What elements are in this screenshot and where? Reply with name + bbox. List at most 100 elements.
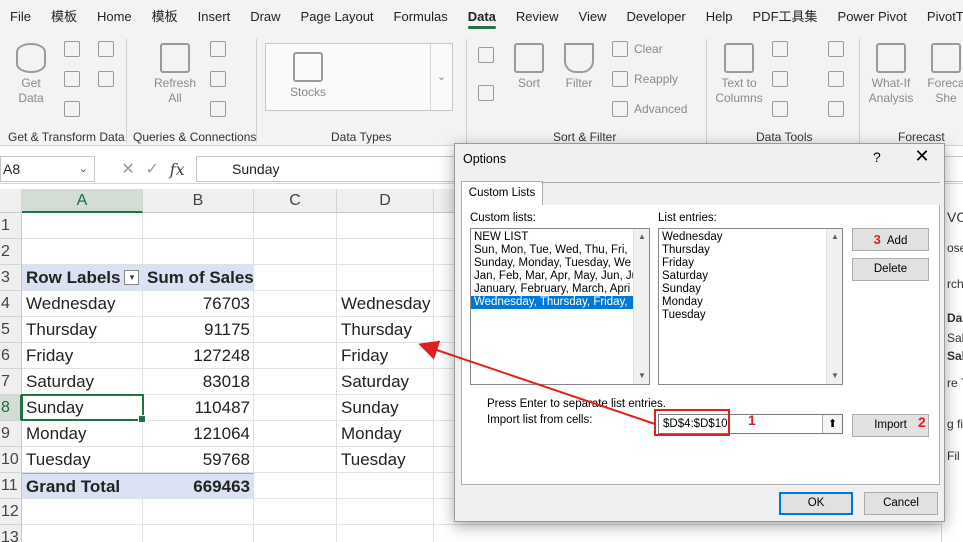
close-icon[interactable]: ✕ xyxy=(911,146,933,167)
data-types-gallery[interactable]: Stocks ⌄ xyxy=(265,43,453,111)
delete-button[interactable]: Delete xyxy=(852,258,929,281)
custom-list-item[interactable]: January, February, March, Apri xyxy=(471,283,633,296)
custom-list-item[interactable]: NEW LIST xyxy=(471,231,633,244)
tab-template-1[interactable]: 模板 xyxy=(41,0,87,33)
properties-button[interactable] xyxy=(210,71,232,87)
custom-list-item[interactable]: Jan, Feb, Mar, Apr, May, Jun, Ju xyxy=(471,270,638,283)
clear-button[interactable]: Clear xyxy=(612,41,663,57)
consolidate-button[interactable] xyxy=(828,41,850,57)
custom-list-item[interactable]: Sun, Mon, Tue, Wed, Thu, Fri, xyxy=(471,244,633,257)
pivot-row-value[interactable]: 76703 xyxy=(143,291,254,317)
tab-pdf-tools[interactable]: PDF工具集 xyxy=(743,0,828,33)
what-if-analysis-button[interactable]: What-If Analysis xyxy=(866,43,916,106)
row-header[interactable]: 4 xyxy=(0,291,22,317)
advanced-button[interactable]: Advanced xyxy=(612,101,687,117)
tab-pivottable[interactable]: PivotT xyxy=(917,0,963,33)
pivot-row-value[interactable]: 127248 xyxy=(143,343,254,369)
tab-power-pivot[interactable]: Power Pivot xyxy=(828,0,917,33)
custom-lists-listbox[interactable]: NEW LIST Sun, Mon, Tue, Wed, Thu, Fri, Sun… xyxy=(470,228,650,385)
tab-draw[interactable]: Draw xyxy=(240,0,290,33)
grand-total-label[interactable]: Grand Total xyxy=(22,473,143,499)
row-header[interactable]: 10 xyxy=(0,447,22,473)
forecast-sheet-button[interactable]: Foreca She xyxy=(924,43,963,106)
scroll-up-icon[interactable]: ▲ xyxy=(634,229,649,245)
row-header[interactable]: 7 xyxy=(0,369,22,395)
column-d-cell[interactable]: Wednesday xyxy=(337,291,434,317)
row-header[interactable]: 8 xyxy=(0,395,22,421)
row-header[interactable]: 9 xyxy=(0,421,22,447)
tab-file[interactable]: File xyxy=(0,0,41,33)
refresh-all-button[interactable]: Refresh All xyxy=(152,43,198,106)
column-d-cell[interactable]: Monday xyxy=(337,421,434,447)
tab-formulas[interactable]: Formulas xyxy=(384,0,458,33)
column-header-b[interactable]: B xyxy=(143,189,254,213)
data-validation-button[interactable] xyxy=(772,101,794,117)
text-to-columns-button[interactable]: Text to Columns xyxy=(712,43,766,106)
row-header[interactable]: 12 xyxy=(0,499,22,525)
pivot-row-label[interactable]: Wednesday xyxy=(22,291,143,317)
row-header[interactable]: 2 xyxy=(0,239,22,265)
remove-duplicates-button[interactable] xyxy=(772,71,794,87)
row-header[interactable]: 3 xyxy=(0,265,22,291)
pivot-row-value[interactable]: 91175 xyxy=(143,317,254,343)
tab-view[interactable]: View xyxy=(569,0,617,33)
from-table-button[interactable] xyxy=(64,101,86,117)
relationships-button[interactable] xyxy=(828,71,850,87)
tab-insert[interactable]: Insert xyxy=(188,0,241,33)
edit-links-button[interactable] xyxy=(210,101,232,117)
add-button[interactable]: 3 Add xyxy=(852,228,929,251)
scroll-up-icon[interactable]: ▲ xyxy=(827,229,842,245)
tab-custom-lists[interactable]: Custom Lists xyxy=(461,181,543,205)
name-box[interactable]: A8 ⌄ xyxy=(0,156,95,182)
tab-review[interactable]: Review xyxy=(506,0,569,33)
tab-data[interactable]: Data xyxy=(458,0,506,33)
custom-list-item[interactable]: Wednesday, Thursday, Friday, xyxy=(471,296,633,309)
column-d-cell[interactable]: Thursday xyxy=(337,317,434,343)
row-header[interactable]: 1 xyxy=(0,213,22,239)
stocks-button[interactable]: Stocks xyxy=(286,52,330,100)
cancel-button[interactable]: Cancel xyxy=(864,492,938,515)
chevron-down-icon[interactable]: ⌄ xyxy=(79,157,88,181)
column-d-cell[interactable]: Friday xyxy=(337,343,434,369)
list-entries-textbox[interactable]: Wednesday Thursday Friday Saturday Sunday Mon… xyxy=(658,228,843,385)
list-entries-scrollbar[interactable]: ▲ ▼ xyxy=(826,229,842,384)
enter-icon[interactable]: ✓ xyxy=(146,159,159,179)
row-header[interactable]: 5 xyxy=(0,317,22,343)
column-d-cell[interactable]: Saturday xyxy=(337,369,434,395)
pivot-row-labels-header[interactable]: Row Labels ▾ xyxy=(22,265,143,291)
column-header-c[interactable]: C xyxy=(254,189,337,213)
tab-template-2[interactable]: 模板 xyxy=(142,0,188,33)
pivot-row-value[interactable]: 121064 xyxy=(143,421,254,447)
scroll-down-icon[interactable]: ▼ xyxy=(827,368,842,384)
column-header-a[interactable]: A xyxy=(22,189,143,213)
column-header-d[interactable]: D xyxy=(337,189,434,213)
help-icon[interactable]: ? xyxy=(873,149,881,165)
tab-help[interactable]: Help xyxy=(696,0,743,33)
tab-developer[interactable]: Developer xyxy=(617,0,696,33)
sort-button[interactable]: Sort xyxy=(512,43,546,91)
insert-function-icon[interactable]: fx xyxy=(170,160,185,179)
flash-fill-button[interactable] xyxy=(772,41,794,57)
from-text-button[interactable] xyxy=(64,41,86,57)
get-data-button[interactable]: Get Data xyxy=(10,43,52,106)
sort-ascending-button[interactable] xyxy=(478,47,500,63)
sort-descending-button[interactable] xyxy=(478,85,500,101)
chevron-down-icon[interactable]: ⌄ xyxy=(430,44,452,110)
tab-home[interactable]: Home xyxy=(87,0,142,33)
from-web-button[interactable] xyxy=(64,71,86,87)
pivot-row-value[interactable]: 110487 xyxy=(143,395,254,421)
ok-button[interactable]: OK xyxy=(779,492,853,515)
scroll-down-icon[interactable]: ▼ xyxy=(634,368,649,384)
filter-button[interactable]: Filter xyxy=(562,43,596,91)
filter-dropdown-icon[interactable]: ▾ xyxy=(124,270,140,286)
column-d-cell[interactable]: Sunday xyxy=(337,395,434,421)
pivot-sum-header[interactable]: Sum of Sales xyxy=(143,265,254,291)
pivot-row-label[interactable]: Friday xyxy=(22,343,143,369)
tab-page-layout[interactable]: Page Layout xyxy=(291,0,384,33)
column-d-cell[interactable]: Tuesday xyxy=(337,447,434,473)
row-header[interactable]: 13 xyxy=(0,525,22,542)
reapply-button[interactable]: Reapply xyxy=(612,71,678,87)
collapse-dialog-icon[interactable]: ⬆ xyxy=(822,415,842,433)
select-all-corner[interactable] xyxy=(0,189,22,213)
pivot-row-label[interactable]: Saturday xyxy=(22,369,143,395)
